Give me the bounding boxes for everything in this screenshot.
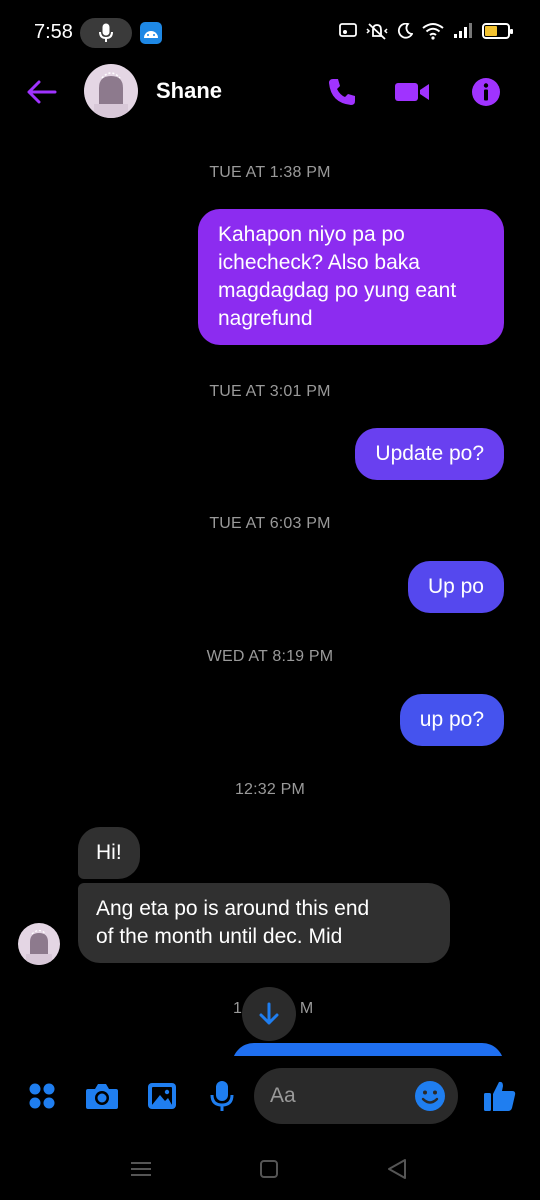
vibrate-off-icon	[366, 23, 388, 40]
emoji-button[interactable]	[414, 1080, 446, 1117]
video-call-button[interactable]	[394, 74, 430, 110]
conversation-header: Shane	[0, 62, 540, 122]
message-text: Update po?	[375, 442, 484, 465]
timestamp: TUE AT 3:01 PM	[209, 383, 331, 400]
like-button[interactable]	[482, 1078, 518, 1114]
cast-icon	[339, 23, 357, 37]
outgoing-message[interactable]: Up po	[407, 561, 504, 613]
battery-icon	[482, 23, 513, 39]
smiley-icon	[415, 1081, 445, 1111]
four-dots-icon	[29, 1083, 55, 1109]
camera-icon	[86, 1084, 118, 1109]
video-camera-icon	[395, 83, 429, 101]
info-button[interactable]	[468, 74, 504, 110]
microphone-icon	[210, 1081, 234, 1111]
sender-avatar[interactable]	[18, 923, 60, 965]
mic-in-use-indicator	[80, 18, 132, 48]
incoming-message[interactable]: Ang eta po is around this end of the mon…	[78, 883, 450, 963]
scroll-to-bottom-button[interactable]	[242, 987, 296, 1041]
outgoing-message[interactable]: up po?	[399, 694, 504, 746]
info-icon	[472, 78, 500, 106]
system-navigation-bar	[0, 1136, 540, 1200]
home-button[interactable]	[256, 1156, 282, 1182]
outgoing-message[interactable]: Kahapon niyo pa po ichecheck? Also baka …	[198, 209, 504, 345]
timestamp-partial-right: M	[299, 1000, 314, 1017]
menu-lines-icon	[131, 1162, 151, 1176]
mic-icon	[99, 23, 113, 42]
signal-icon	[454, 23, 472, 38]
back-nav-button[interactable]	[384, 1156, 410, 1182]
message-line: magdagdag po yung eant	[218, 279, 457, 302]
composer-bar: Aa	[0, 1056, 540, 1136]
camera-button[interactable]	[84, 1078, 120, 1114]
back-button[interactable]	[24, 74, 60, 110]
message-line: nagrefund	[218, 307, 313, 330]
gallery-button[interactable]	[144, 1078, 180, 1114]
wifi-icon	[422, 23, 444, 40]
timestamp: 12:32 PM	[234, 781, 306, 798]
timestamp: WED AT 8:19 PM	[206, 648, 334, 665]
status-icons	[339, 22, 513, 40]
arrow-down-icon	[259, 1002, 279, 1025]
recents-button[interactable]	[128, 1156, 154, 1182]
android-app-icon	[140, 22, 162, 44]
arrow-left-icon	[27, 80, 57, 104]
outgoing-message[interactable]: Update po?	[355, 428, 504, 480]
status-bar: 7:58	[0, 0, 540, 66]
message-line: of the month until dec. Mid	[96, 925, 343, 948]
phone-icon	[329, 79, 355, 105]
dnd-moon-icon	[397, 23, 413, 39]
more-actions-button[interactable]	[24, 1078, 60, 1114]
voice-call-button[interactable]	[324, 74, 360, 110]
message-input[interactable]: Aa	[254, 1068, 458, 1124]
message-line: ichecheck? Also baka	[218, 251, 420, 274]
timestamp: TUE AT 6:03 PM	[209, 515, 331, 532]
timestamp: TUE AT 1:38 PM	[209, 164, 331, 181]
thumbs-up-icon	[484, 1081, 516, 1111]
message-line: Ang eta po is around this end	[96, 897, 370, 920]
voice-clip-button[interactable]	[204, 1078, 240, 1114]
status-time: 7:58	[34, 21, 73, 43]
timestamp-partial-left: 1	[233, 1000, 242, 1017]
contact-avatar[interactable]	[84, 64, 138, 118]
square-icon	[260, 1160, 278, 1178]
message-text: up po?	[419, 708, 484, 731]
message-line: Kahapon niyo pa po	[218, 223, 405, 246]
message-text: Up po	[427, 575, 484, 598]
contact-name[interactable]: Shane	[156, 78, 222, 104]
triangle-back-icon	[388, 1159, 406, 1179]
image-icon	[148, 1083, 176, 1109]
message-text: Hi!	[96, 841, 122, 864]
message-input-placeholder: Aa	[270, 1084, 296, 1107]
incoming-message[interactable]: Hi!	[78, 827, 140, 879]
